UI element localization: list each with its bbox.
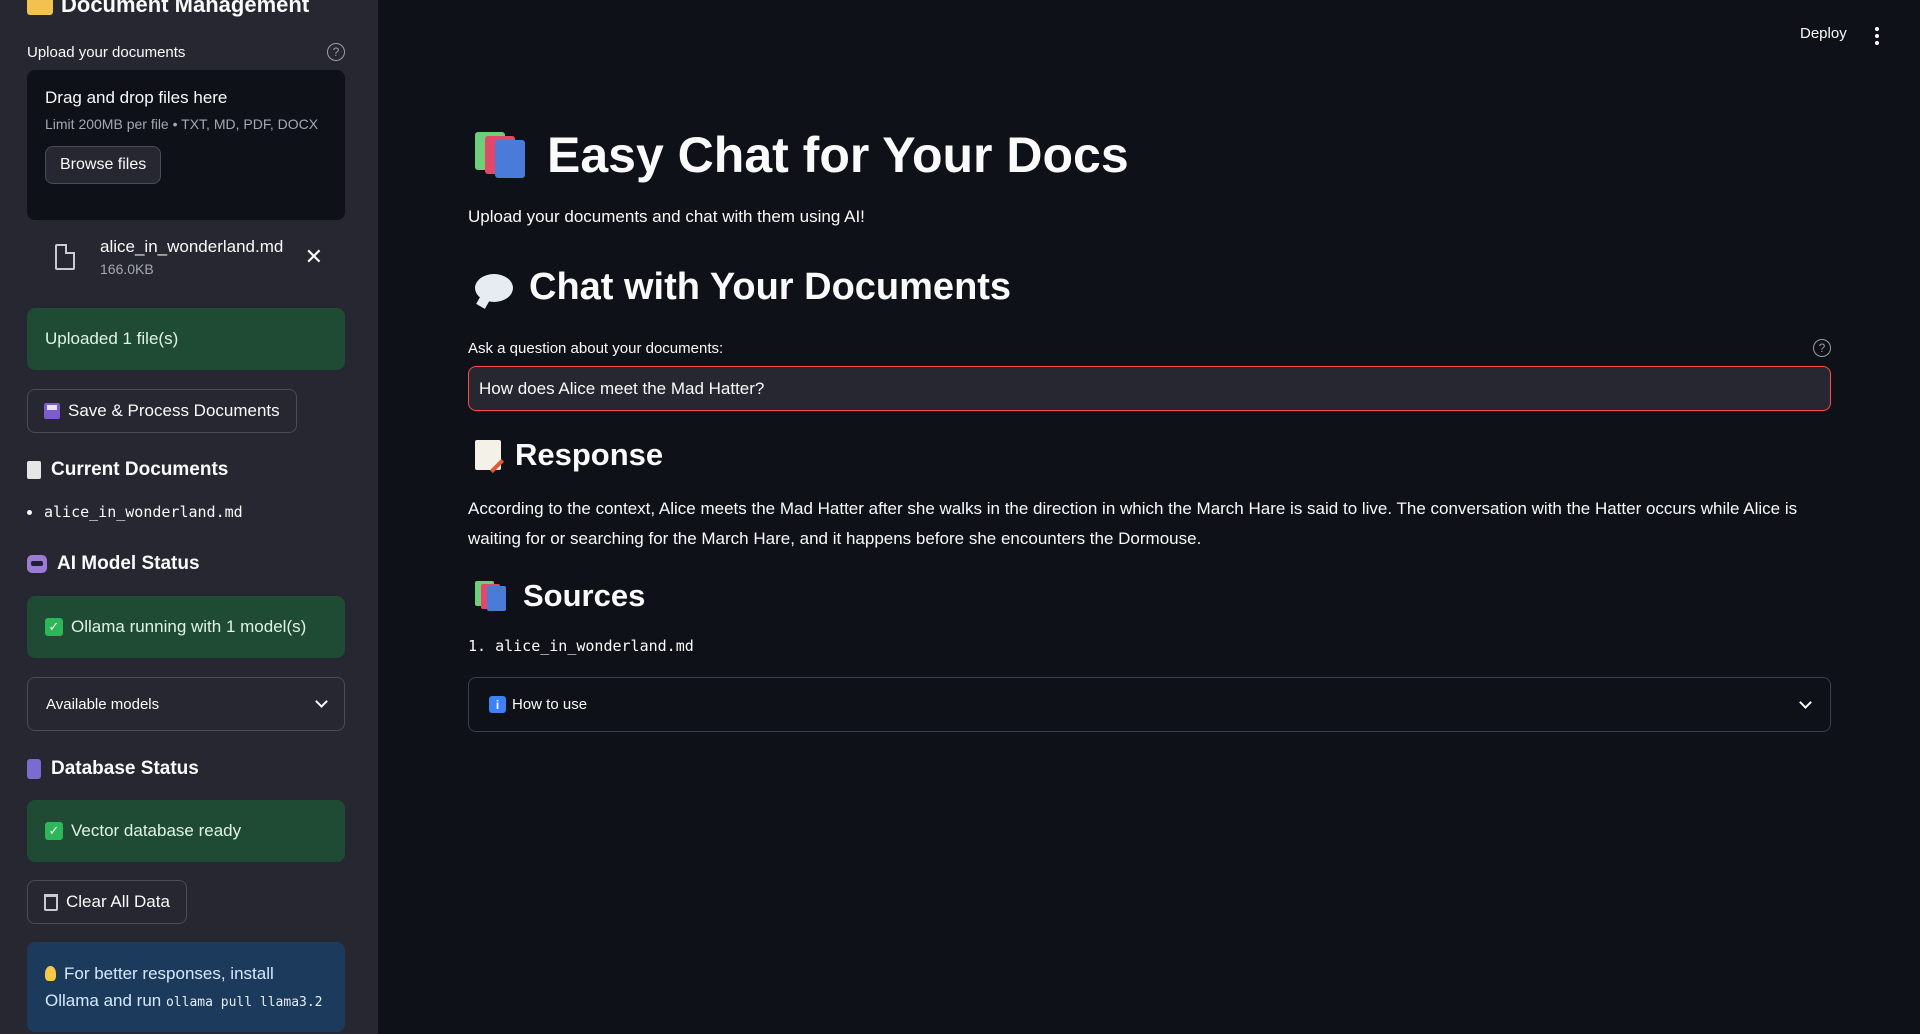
question-label-text: Ask a question about your documents: bbox=[468, 339, 724, 357]
help-icon[interactable]: ? bbox=[327, 43, 345, 61]
database-status-heading: Database Status bbox=[27, 758, 199, 780]
file-dropzone[interactable]: Drag and drop files here Limit 200MB per… bbox=[27, 70, 345, 220]
current-documents-heading-text: Current Documents bbox=[51, 459, 229, 480]
check-icon: ✓ bbox=[45, 618, 63, 636]
upload-status-alert: Uploaded 1 file(s) bbox=[27, 308, 345, 370]
clear-all-data-button[interactable]: Clear All Data bbox=[27, 880, 187, 924]
bullet-icon bbox=[27, 509, 32, 515]
upload-label: Upload your documents ? bbox=[27, 43, 345, 61]
sidebar-title: Document Management bbox=[27, 0, 309, 18]
response-text: According to the context, Alice meets th… bbox=[468, 499, 1798, 548]
upload-label-text: Upload your documents bbox=[27, 43, 186, 61]
ai-status-alert: ✓ Ollama running with 1 model(s) bbox=[27, 596, 345, 658]
browse-files-button[interactable]: Browse files bbox=[45, 146, 162, 184]
info-icon: i bbox=[489, 696, 506, 714]
database-status-heading-text: Database Status bbox=[51, 758, 199, 779]
how-to-use-expander[interactable]: i How to use bbox=[468, 677, 1831, 732]
clear-all-data-label: Clear All Data bbox=[66, 892, 170, 911]
upload-status-text: Uploaded 1 file(s) bbox=[45, 329, 179, 348]
source-item: 1. alice_in_wonderland.md bbox=[468, 637, 694, 655]
chevron-down-icon bbox=[315, 695, 328, 708]
database-icon bbox=[27, 759, 41, 779]
uploaded-file-row: alice_in_wonderland.md 166.0KB ✕ bbox=[27, 232, 345, 282]
dropzone-title: Drag and drop files here bbox=[45, 88, 228, 107]
ai-model-status-heading-text: AI Model Status bbox=[57, 553, 200, 574]
check-icon: ✓ bbox=[45, 822, 63, 840]
save-process-label: Save & Process Documents bbox=[68, 401, 280, 420]
available-models-expander[interactable]: Available models bbox=[27, 677, 345, 731]
help-icon[interactable]: ? bbox=[1813, 339, 1831, 357]
current-documents-heading: Current Documents bbox=[27, 459, 228, 481]
books-icon bbox=[475, 132, 529, 178]
current-document-name: alice_in_wonderland.md bbox=[44, 503, 243, 521]
chat-heading-text: Chat with Your Documents bbox=[529, 266, 1012, 308]
floppy-disk-icon bbox=[44, 403, 60, 419]
memo-icon bbox=[475, 440, 501, 470]
save-process-button[interactable]: Save & Process Documents bbox=[27, 389, 297, 433]
folder-icon bbox=[27, 0, 53, 15]
document-icon bbox=[27, 461, 41, 479]
deploy-button[interactable]: Deploy bbox=[1800, 25, 1847, 42]
response-heading-text: Response bbox=[515, 437, 664, 472]
response-heading: Response bbox=[475, 437, 663, 473]
main-menu-icon[interactable] bbox=[1875, 27, 1879, 45]
db-status-alert: ✓ Vector database ready bbox=[27, 800, 345, 862]
light-bulb-icon bbox=[45, 966, 56, 981]
page-subtitle: Upload your documents and chat with them… bbox=[468, 207, 865, 226]
ai-status-text: Ollama running with 1 model(s) bbox=[71, 617, 307, 636]
sources-heading-text: Sources bbox=[523, 578, 646, 613]
close-icon[interactable]: ✕ bbox=[305, 244, 323, 270]
uploaded-file-size: 166.0KB bbox=[100, 261, 154, 277]
file-icon bbox=[55, 244, 75, 270]
robot-icon bbox=[27, 555, 47, 573]
sidebar: Document Management Upload your document… bbox=[0, 0, 378, 1034]
chat-heading: Chat with Your Documents bbox=[475, 266, 1011, 309]
db-status-text: Vector database ready bbox=[71, 821, 242, 840]
trash-icon bbox=[44, 893, 58, 911]
question-label: Ask a question about your documents: ? bbox=[468, 339, 1831, 357]
question-input[interactable] bbox=[468, 366, 1831, 411]
sources-heading: Sources bbox=[475, 578, 645, 614]
speech-balloon-icon bbox=[475, 273, 513, 302]
page-title: Easy Chat for Your Docs bbox=[475, 126, 1129, 184]
available-models-label: Available models bbox=[46, 695, 160, 713]
sidebar-title-text: Document Management bbox=[61, 0, 310, 17]
uploaded-file-name: alice_in_wonderland.md bbox=[100, 237, 284, 256]
dropzone-limit: Limit 200MB per file • TXT, MD, PDF, DOC… bbox=[45, 116, 319, 132]
list-item: alice_in_wonderland.md bbox=[27, 503, 243, 521]
tip-code: ollama pull llama3.2 bbox=[165, 995, 323, 1010]
books-icon bbox=[475, 581, 509, 611]
page-title-text: Easy Chat for Your Docs bbox=[547, 127, 1129, 183]
how-to-use-label: How to use bbox=[512, 695, 588, 713]
tip-alert: For better responses, install Ollama and… bbox=[27, 942, 345, 1032]
ai-model-status-heading: AI Model Status bbox=[27, 553, 200, 575]
chevron-down-icon bbox=[1799, 695, 1812, 709]
